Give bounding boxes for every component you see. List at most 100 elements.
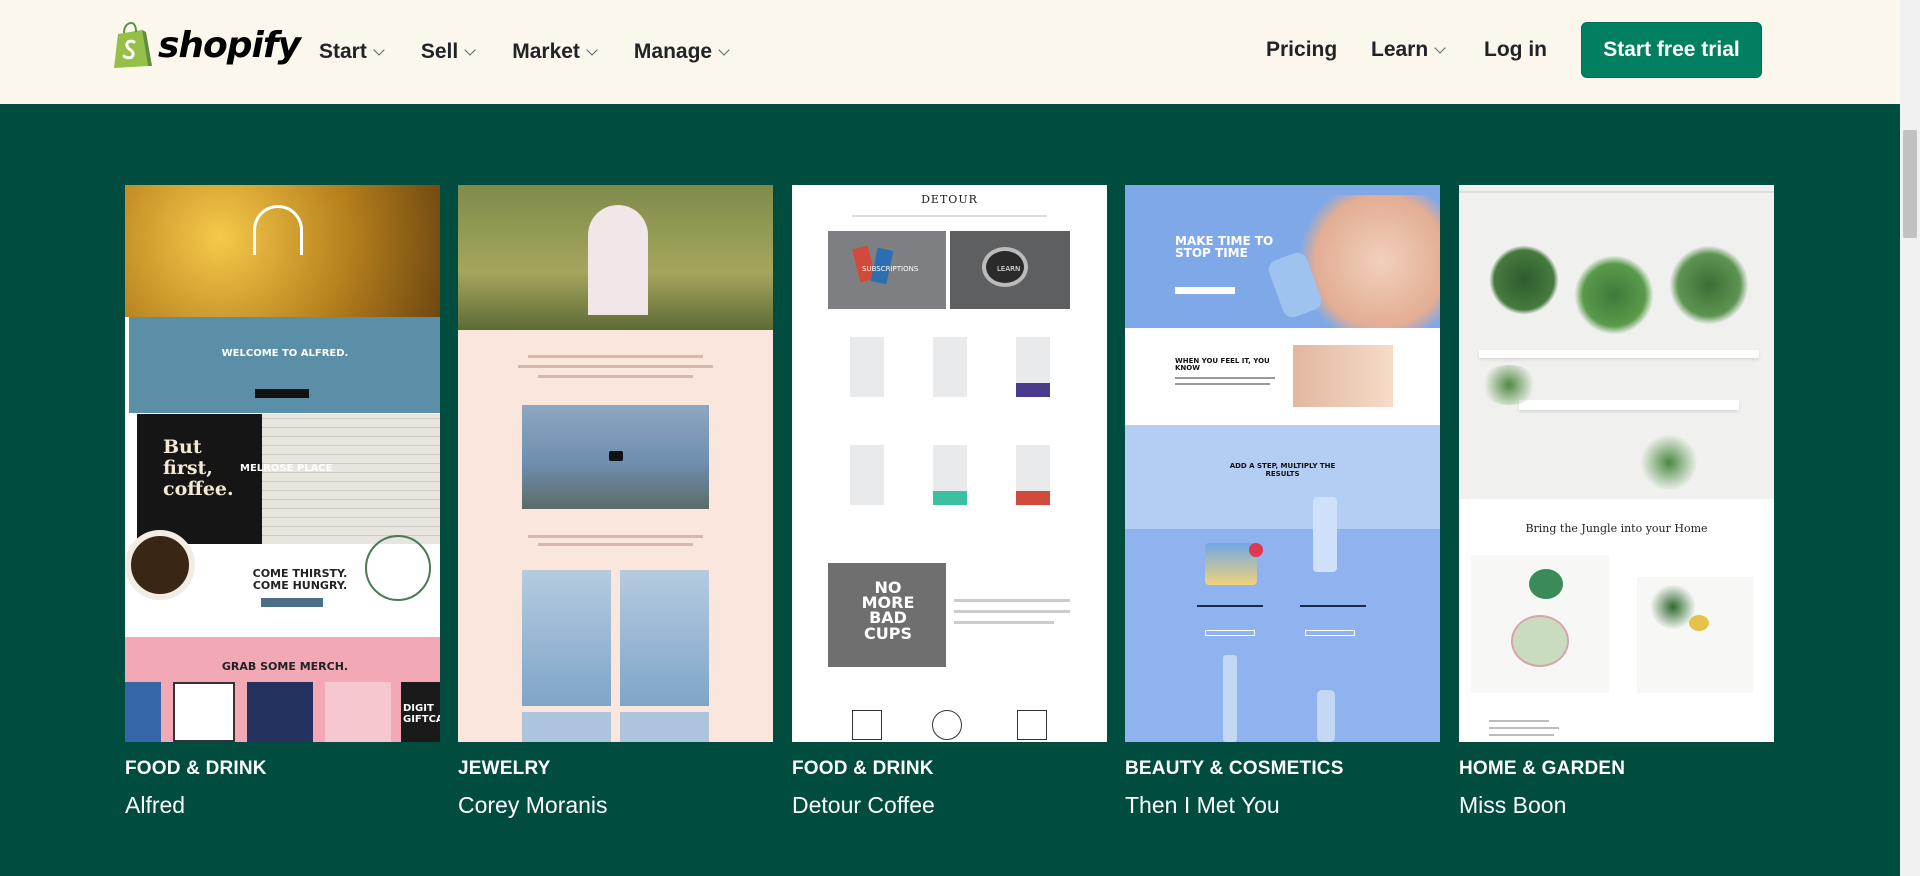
product-image	[620, 570, 709, 706]
chevron-down-icon	[1434, 41, 1446, 54]
nav-bar	[1459, 191, 1774, 193]
primary-nav: Start Sell Market Manage	[319, 0, 766, 104]
text-line	[1489, 720, 1549, 722]
scrollbar-thumb[interactable]	[1903, 130, 1917, 238]
example-card-miss-boon[interactable]: Bring the Jungle into your Home	[1459, 185, 1774, 742]
merch-item	[173, 682, 235, 742]
store-name[interactable]: Corey Moranis	[458, 792, 608, 819]
example-thumbnail[interactable]: WELCOME TO ALFRED. But first, coffee. ME…	[125, 185, 440, 742]
miss-boon-tagline: Bring the Jungle into your Home	[1525, 522, 1708, 535]
no-more-text: NO MORE BAD CUPS	[861, 578, 915, 643]
illustration-icon	[852, 710, 882, 740]
plant-image	[1639, 435, 1699, 490]
merch-heading: GRAB SOME MERCH.	[221, 660, 349, 673]
start-free-trial-button[interactable]: Start free trial	[1581, 22, 1762, 78]
welcome-section	[129, 317, 440, 413]
hero-button	[1175, 287, 1235, 294]
login-link[interactable]: Log in	[1484, 38, 1547, 62]
nav-manage-label: Manage	[633, 40, 713, 63]
chevron-down-icon	[586, 43, 598, 56]
category-label: BEAUTY & COSMETICS	[1125, 758, 1344, 779]
illustration-icon	[1017, 710, 1047, 740]
site-header: shopify Start Sell Market Manage Pricing…	[0, 0, 1900, 104]
text-line	[538, 375, 693, 378]
example-card-detour-coffee[interactable]: DETOUR SUBSCRIPTIONS LEARN NO MORE BAD C…	[792, 185, 1107, 742]
shelf	[1479, 350, 1759, 358]
merch-item	[247, 682, 313, 742]
nav-market-label: Market	[512, 40, 580, 63]
product-bag	[933, 337, 967, 397]
welcome-heading: WELCOME TO ALFRED.	[221, 348, 349, 359]
nav-pricing[interactable]: Pricing	[1266, 38, 1337, 62]
melrose-text: MELROSE PLACE	[240, 463, 333, 474]
product-bottle	[1223, 655, 1237, 742]
text-line	[954, 610, 1070, 613]
example-thumbnail[interactable]	[458, 185, 773, 742]
nav-market[interactable]: Market	[512, 40, 598, 64]
nav-manage[interactable]: Manage	[633, 40, 730, 64]
learn-label: LEARN	[997, 265, 1021, 273]
page-scrollbar[interactable]	[1900, 0, 1920, 876]
shopify-logo[interactable]: shopify	[112, 22, 301, 68]
store-name[interactable]: Then I Met You	[1125, 792, 1280, 819]
product-bag	[850, 337, 884, 397]
make-time-heading: MAKE TIME TO STOP TIME	[1175, 234, 1274, 260]
store-name[interactable]: Alfred	[125, 792, 185, 819]
play-icon	[609, 451, 623, 461]
detour-brand: DETOUR	[921, 193, 978, 206]
text-line	[1489, 727, 1559, 729]
latte-image	[125, 530, 195, 600]
hero-image	[1459, 185, 1774, 499]
text-line	[528, 535, 703, 538]
nav-learn[interactable]: Learn	[1371, 38, 1446, 62]
nav-sell-label: Sell	[420, 40, 459, 63]
text-line	[518, 365, 713, 368]
text-line	[1489, 734, 1554, 736]
nav-learn-label: Learn	[1371, 38, 1429, 61]
plant-image	[1574, 255, 1654, 335]
merch-item	[125, 682, 161, 742]
gift-card-text: DIGIT GIFTCA	[403, 703, 440, 725]
product-button	[1305, 630, 1355, 636]
faces-image	[1293, 345, 1393, 407]
text-line	[1300, 605, 1366, 607]
plant-image	[1489, 245, 1559, 315]
product-bag	[1016, 445, 1050, 505]
store-name[interactable]: Miss Boon	[1459, 792, 1566, 819]
product-bag	[850, 445, 884, 505]
menu-button	[261, 598, 323, 607]
product-button	[1205, 630, 1255, 636]
tile-wall-image	[262, 414, 440, 544]
product-bag	[933, 445, 967, 505]
category-label: JEWELRY	[458, 758, 551, 779]
example-card-corey-moranis[interactable]	[458, 185, 773, 742]
chevron-down-icon	[718, 43, 730, 56]
gel-tube	[1313, 497, 1337, 572]
leaf-icon	[1511, 615, 1569, 667]
store-name[interactable]: Detour Coffee	[792, 792, 935, 819]
nav-start[interactable]: Start	[319, 40, 385, 64]
product-bag	[1016, 337, 1050, 397]
come-thirsty-heading: COME THIRSTY. COME HUNGRY.	[252, 567, 348, 593]
text-line	[954, 621, 1054, 624]
category-label: HOME & GARDEN	[1459, 758, 1626, 779]
nav-sell[interactable]: Sell	[420, 40, 476, 64]
subscriptions-label: SUBSCRIPTIONS	[862, 265, 919, 273]
example-thumbnail[interactable]: Bring the Jungle into your Home	[1459, 185, 1774, 742]
example-thumbnail[interactable]: MAKE TIME TO STOP TIME WHEN YOU FEEL IT,…	[1125, 185, 1440, 742]
stamp-icon	[365, 535, 431, 601]
chevron-down-icon	[464, 43, 476, 56]
model-image	[588, 205, 648, 315]
example-card-alfred[interactable]: WELCOME TO ALFRED. But first, coffee. ME…	[125, 185, 440, 742]
text-line	[528, 355, 703, 358]
add-step-heading: ADD A STEP, MULTIPLY THE RESULTS	[1229, 462, 1336, 478]
antler-logo-icon	[253, 205, 303, 255]
pot-icon	[1689, 615, 1709, 631]
category-label: FOOD & DRINK	[792, 758, 934, 779]
text-line	[1175, 383, 1270, 385]
example-card-then-i-met-you[interactable]: MAKE TIME TO STOP TIME WHEN YOU FEEL IT,…	[1125, 185, 1440, 742]
product-bottle	[1317, 690, 1335, 742]
example-thumbnail[interactable]: DETOUR SUBSCRIPTIONS LEARN NO MORE BAD C…	[792, 185, 1107, 742]
chevron-down-icon	[373, 43, 385, 56]
plant-image	[1669, 245, 1749, 325]
